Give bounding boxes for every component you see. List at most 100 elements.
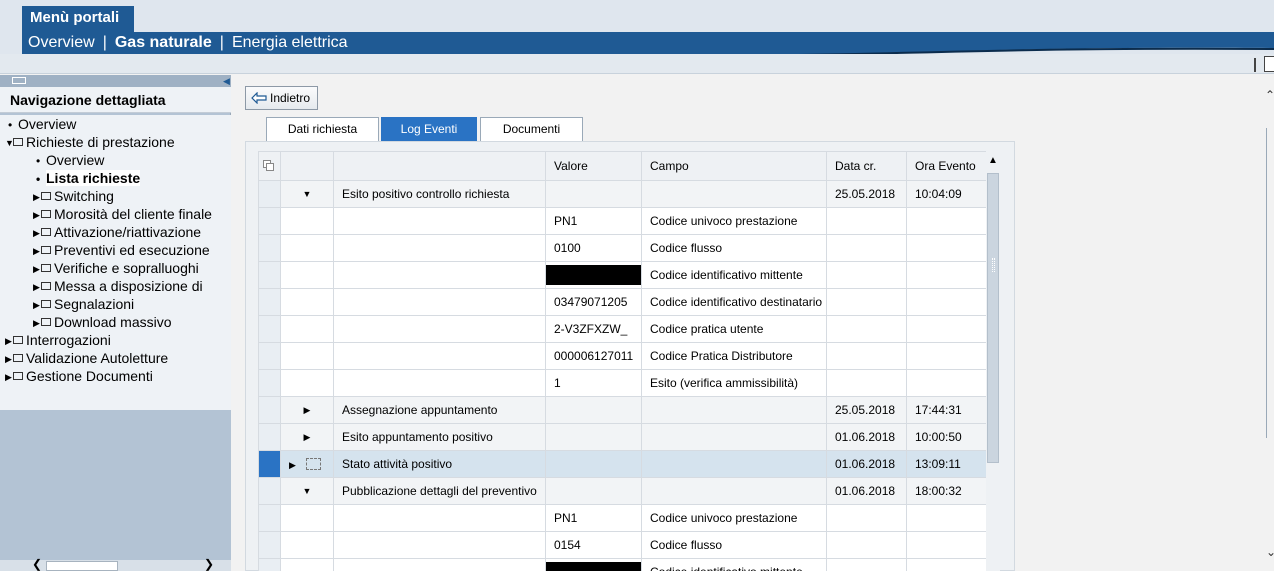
- collapsed-triangle-icon[interactable]: ▶: [33, 260, 41, 278]
- data-cr-column-header[interactable]: Data cr.: [826, 151, 907, 181]
- top-nav-gas-naturale[interactable]: Gas naturale: [115, 34, 212, 52]
- valore-column-header[interactable]: Valore: [545, 151, 642, 181]
- tree-item-messa-a-disposizione[interactable]: ▶ Messa a disposizione di: [33, 277, 203, 295]
- scroll-left-icon[interactable]: ❮: [32, 557, 42, 571]
- top-nav-energia-elettrica[interactable]: Energia elettrica: [232, 34, 348, 52]
- event-column-header[interactable]: [333, 151, 546, 181]
- row-selector[interactable]: [258, 369, 281, 397]
- row-selector[interactable]: [258, 477, 281, 505]
- collapse-row-icon[interactable]: ▼: [280, 477, 334, 505]
- resize-grip-icon[interactable]: [12, 77, 26, 84]
- table-row[interactable]: Codice identificativo mittente: [258, 558, 986, 571]
- table-row[interactable]: ▼ Pubblicazione dettagli del preventivo …: [258, 477, 986, 505]
- row-selector[interactable]: [258, 207, 281, 235]
- tree-item-switching[interactable]: ▶ Switching: [33, 187, 114, 205]
- table-row[interactable]: 0100 Codice flusso: [258, 234, 986, 262]
- table-row[interactable]: 0154 Codice flusso: [258, 531, 986, 559]
- collapsed-triangle-icon[interactable]: ▶: [5, 332, 13, 350]
- row-selector-selected[interactable]: [258, 450, 281, 478]
- tree-item-richieste-di-prestazione[interactable]: ▼ Richieste di prestazione: [5, 133, 175, 151]
- tree-item-download-massivo[interactable]: ▶ Download massivo: [33, 313, 172, 331]
- collapse-sidebar-icon[interactable]: ◀: [223, 76, 230, 86]
- collapsed-triangle-icon[interactable]: ▶: [33, 278, 41, 296]
- folder-icon: [13, 336, 23, 344]
- collapsed-triangle-icon[interactable]: ▶: [5, 368, 13, 386]
- select-all-column-header[interactable]: [258, 151, 281, 181]
- collapse-row-icon[interactable]: ▼: [280, 180, 334, 208]
- scroll-up-icon[interactable]: ▲: [988, 155, 998, 166]
- valore-cell: [545, 396, 642, 424]
- scrollbar-thumb[interactable]: [987, 173, 999, 463]
- valore-cell: PN1: [545, 207, 642, 235]
- table-row[interactable]: 2-V3ZFXZW_ Codice pratica utente: [258, 315, 986, 343]
- tree-item-attivazione[interactable]: ▶ Attivazione/riattivazione: [33, 223, 201, 241]
- table-row[interactable]: 1 Esito (verifica ammissibilità): [258, 369, 986, 397]
- scroll-right-icon[interactable]: ❯: [204, 557, 214, 571]
- table-row[interactable]: ▼ Esito positivo controllo richiesta 25.…: [258, 180, 986, 208]
- expand-row-icon[interactable]: ▶: [280, 423, 334, 451]
- tree-item-validazione-autoletture[interactable]: ▶ Validazione Autoletture: [5, 349, 168, 367]
- data-cell: [826, 207, 907, 235]
- collapsed-triangle-icon[interactable]: ▶: [33, 314, 41, 332]
- row-selector[interactable]: [258, 288, 281, 316]
- table-row[interactable]: Codice identificativo mittente: [258, 261, 986, 289]
- portal-menu-title[interactable]: Menù portali: [22, 6, 134, 32]
- collapsed-triangle-icon[interactable]: ▶: [5, 350, 13, 368]
- expand-row-icon[interactable]: ▶: [289, 460, 296, 470]
- tab-dati-richiesta[interactable]: Dati richiesta: [266, 117, 379, 141]
- table-settings-icon[interactable]: [263, 160, 275, 172]
- row-selector[interactable]: [258, 531, 281, 559]
- collapsed-triangle-icon[interactable]: ▶: [33, 296, 41, 314]
- table-row[interactable]: ▶ Esito appuntamento positivo 01.06.2018…: [258, 423, 986, 451]
- tree-item-overview[interactable]: • Overview: [8, 115, 76, 133]
- tree-item-morosita[interactable]: ▶ Morosità del cliente finale: [33, 205, 212, 223]
- scroll-up-caret-icon[interactable]: ⌃: [1265, 88, 1274, 102]
- table-row-selected[interactable]: ▶ Stato attività positivo 01.06.2018 13:…: [258, 450, 986, 478]
- tree-item-preventivi[interactable]: ▶ Preventivi ed esecuzione: [33, 241, 210, 259]
- sidebar-resize-bar[interactable]: ◀: [0, 75, 231, 87]
- tree-item-gestione-documenti[interactable]: ▶ Gestione Documenti: [5, 367, 153, 385]
- table-row[interactable]: PN1 Codice univoco prestazione: [258, 504, 986, 532]
- collapsed-triangle-icon[interactable]: ▶: [33, 224, 41, 242]
- table-row[interactable]: ▶ Assegnazione appuntamento 25.05.2018 1…: [258, 396, 986, 424]
- back-button[interactable]: Indietro: [245, 86, 318, 110]
- row-selector[interactable]: [258, 558, 281, 571]
- expanded-triangle-icon[interactable]: ▼: [5, 134, 14, 152]
- campo-column-header[interactable]: Campo: [641, 151, 827, 181]
- data-cell: [826, 369, 907, 397]
- row-selector[interactable]: [258, 396, 281, 424]
- expand-cell: [280, 369, 334, 397]
- document-icon[interactable]: [1264, 56, 1274, 72]
- row-selector[interactable]: [258, 180, 281, 208]
- table-row[interactable]: 03479071205 Codice identificativo destin…: [258, 288, 986, 316]
- ora-evento-column-header[interactable]: Ora Evento: [906, 151, 986, 181]
- collapsed-triangle-icon[interactable]: ▶: [33, 188, 41, 206]
- scroll-down-caret-icon[interactable]: ⌄: [1266, 545, 1274, 559]
- row-selector[interactable]: [258, 234, 281, 262]
- row-selector[interactable]: [258, 504, 281, 532]
- tree-item-interrogazioni[interactable]: ▶ Interrogazioni: [5, 331, 111, 349]
- top-nav-overview[interactable]: Overview: [28, 34, 95, 52]
- table-vertical-scrollbar[interactable]: ▲: [986, 151, 1000, 571]
- expand-row-cell[interactable]: ▶: [280, 450, 334, 478]
- tab-documenti[interactable]: Documenti: [480, 117, 583, 141]
- row-selector[interactable]: [258, 315, 281, 343]
- table-row[interactable]: PN1 Codice univoco prestazione: [258, 207, 986, 235]
- top-navigation: Overview | Gas naturale | Energia elettr…: [28, 33, 348, 53]
- row-selector[interactable]: [258, 342, 281, 370]
- tree-item-segnalazioni[interactable]: ▶ Segnalazioni: [33, 295, 134, 313]
- scrollbar-thumb[interactable]: [46, 561, 118, 571]
- row-selector[interactable]: [258, 423, 281, 451]
- expand-row-icon[interactable]: ▶: [280, 396, 334, 424]
- collapsed-triangle-icon[interactable]: ▶: [33, 242, 41, 260]
- valore-cell: [545, 180, 642, 208]
- table-row[interactable]: 000006127011 Codice Pratica Distributore: [258, 342, 986, 370]
- row-selector[interactable]: [258, 261, 281, 289]
- valore-cell: [545, 450, 642, 478]
- tree-item-lista-richieste[interactable]: • Lista richieste: [36, 169, 141, 187]
- tree-item-overview-sub[interactable]: • Overview: [36, 151, 104, 169]
- tree-item-verifiche[interactable]: ▶ Verifiche e sopralluoghi: [33, 259, 199, 277]
- collapsed-triangle-icon[interactable]: ▶: [33, 206, 41, 224]
- sidebar-horizontal-scrollbar[interactable]: ❮ ❯: [0, 557, 231, 571]
- tab-log-eventi[interactable]: Log Eventi: [381, 117, 477, 141]
